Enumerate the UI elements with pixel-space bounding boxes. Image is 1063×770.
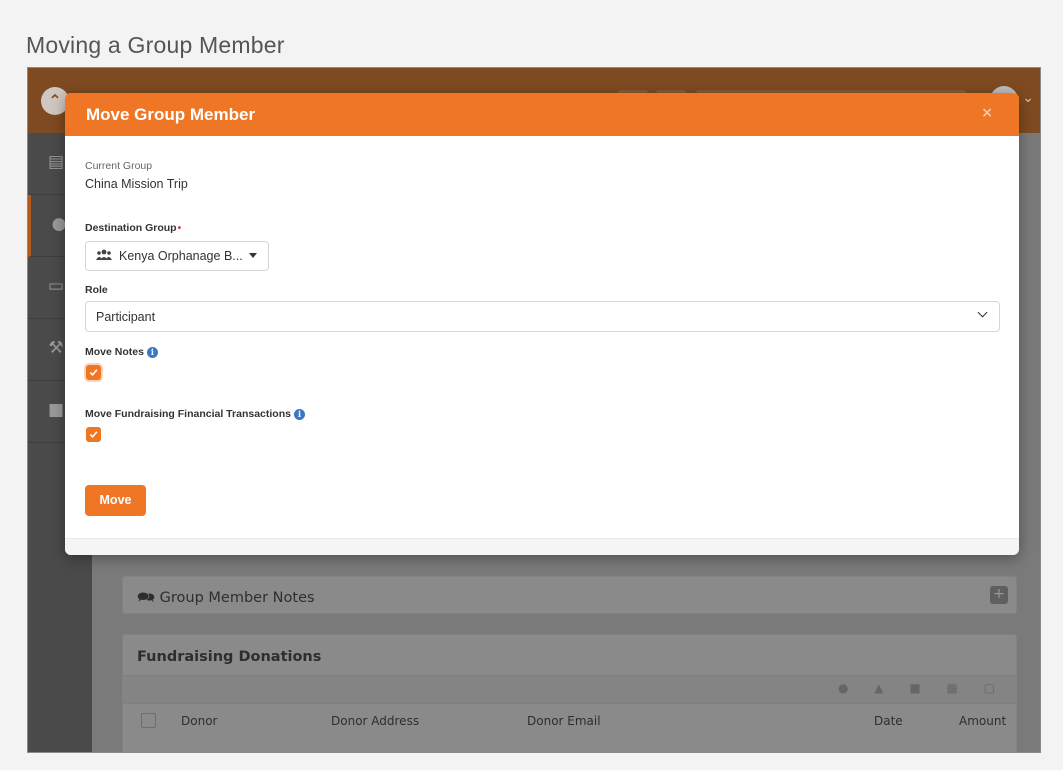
comments-icon: 🗪 <box>137 590 156 606</box>
wrench-icon: ⚒ <box>48 338 64 358</box>
info-icon[interactable]: i <box>293 409 305 420</box>
close-icon[interactable]: × <box>981 105 993 121</box>
modal-title: Move Group Member <box>86 105 256 124</box>
move-group-member-modal: Move Group Member × Current Group China … <box>65 93 1019 555</box>
document-icon: ▤ <box>47 152 65 172</box>
role-select[interactable]: Participant <box>85 301 1000 332</box>
move-fundraising-label: Move Fundraising Financial Transactions <box>85 408 291 420</box>
chevron-down-icon <box>977 307 988 318</box>
column-header[interactable]: Amount <box>959 714 1006 728</box>
column-header[interactable]: Donor <box>181 714 217 728</box>
move-notes-checkbox[interactable] <box>86 365 101 380</box>
group-member-notes-panel: 🗪 Group Member Notes + <box>122 576 1017 614</box>
grid-header-row: Donor Donor Address Donor Email Date Amo… <box>123 703 1016 737</box>
required-indicator: • <box>177 223 182 234</box>
modal-header: Move Group Member × <box>65 93 1019 136</box>
move-notes-label: Move Notes <box>85 346 144 358</box>
notes-panel-title-wrap: 🗪 Group Member Notes <box>137 587 315 612</box>
checkbox-checked-icon <box>89 369 98 376</box>
notes-panel-title: Group Member Notes <box>159 590 315 606</box>
column-header[interactable]: Donor Email <box>527 714 601 728</box>
info-icon[interactable]: i <box>146 347 158 358</box>
role-value: Participant <box>96 310 156 324</box>
add-note-button[interactable]: + <box>990 586 1008 604</box>
checkbox-checked-icon <box>89 431 98 438</box>
move-fundraising-checkbox[interactable] <box>86 427 101 442</box>
current-group-value: China Mission Trip <box>85 177 188 191</box>
select-all-checkbox[interactable] <box>141 713 156 728</box>
money-icon: ▭ <box>47 276 65 296</box>
fundraising-donations-panel: Fundraising Donations ● ▲ ■ ▦ ▢ Donor Do… <box>122 634 1017 752</box>
move-notes-label-wrap: Move Notes i <box>85 346 158 358</box>
destination-group-picker[interactable]: Kenya Orphanage B... <box>85 241 269 271</box>
caret-down-icon <box>249 253 257 258</box>
donations-panel-title: Fundraising Donations <box>137 649 322 665</box>
destination-group-value: Kenya Orphanage B... <box>119 249 243 263</box>
modal-footer <box>65 538 1019 555</box>
role-label: Role <box>85 284 108 296</box>
current-group-label: Current Group <box>85 160 153 172</box>
briefcase-icon: ■ <box>47 400 65 420</box>
destination-group-label: Destination Group <box>85 222 177 234</box>
destination-group-label-wrap: Destination Group• <box>85 222 181 234</box>
grid-toolbar: ● ▲ ■ ▦ ▢ <box>123 675 1016 703</box>
chevron-down-icon[interactable]: ⌄ <box>1022 90 1034 106</box>
modal-body: Current Group China Mission Trip Destina… <box>65 136 1019 538</box>
column-header[interactable]: Donor Address <box>331 714 419 728</box>
grid-action-icons[interactable]: ● ▲ ■ ▦ ▢ <box>838 681 1006 695</box>
group-icon <box>96 249 112 264</box>
move-fundraising-label-wrap: Move Fundraising Financial Transactions i <box>85 408 305 420</box>
page-heading: Moving a Group Member <box>26 32 285 58</box>
column-header[interactable]: Date <box>874 714 903 728</box>
move-button[interactable]: Move <box>85 485 146 516</box>
